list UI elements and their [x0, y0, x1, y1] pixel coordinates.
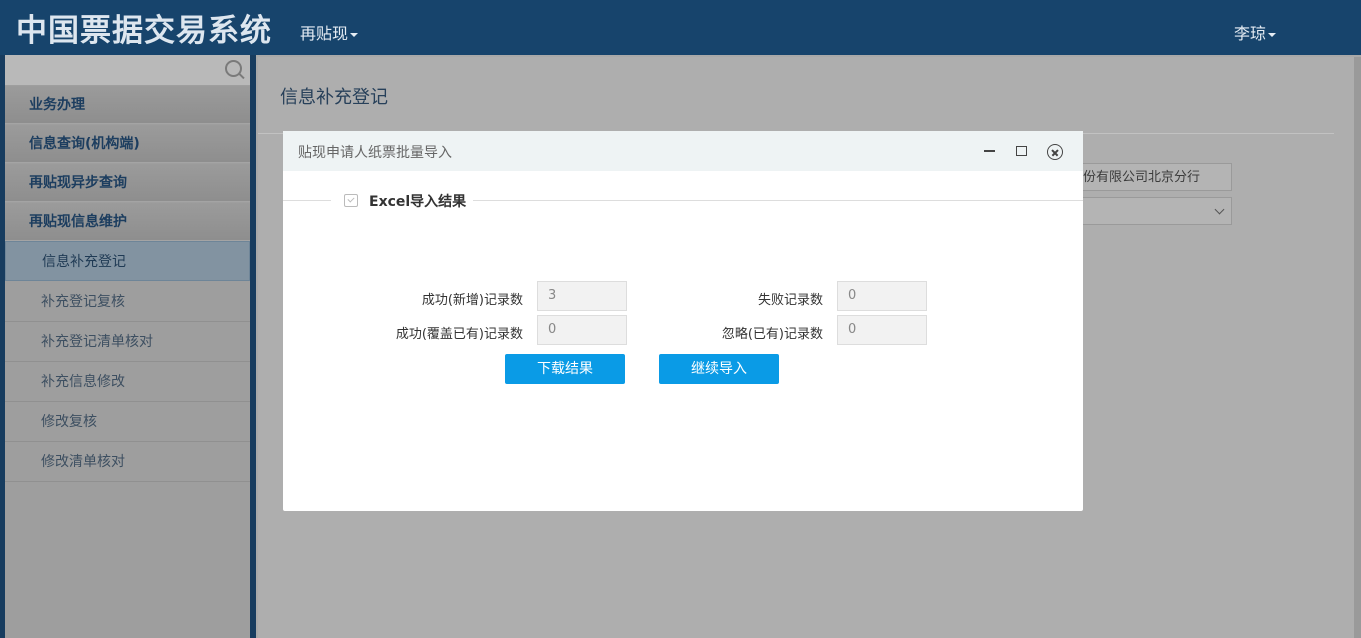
label-fail: 失败记录数	[757, 293, 823, 308]
field-success-overwrite: 0	[537, 315, 627, 345]
close-icon[interactable]	[1047, 144, 1063, 160]
user-menu[interactable]: 李琼	[1234, 20, 1277, 44]
caret-down-icon	[350, 32, 359, 37]
download-result-button[interactable]: 下载结果	[505, 354, 625, 384]
main-scrollbar[interactable]	[1354, 57, 1361, 638]
section-title: Excel导入结果	[369, 194, 467, 210]
label-success-new: 成功(新增)记录数	[421, 293, 523, 308]
sidebar: 业务办理 信息查询(机构端) 再贴现异步查询 再贴现信息维护 信息补充登记 补充…	[0, 55, 256, 638]
sidebar-item-modify-review[interactable]: 修改复核	[5, 402, 250, 442]
page-title: 信息补充登记	[280, 87, 388, 108]
import-dialog: 贴现申请人纸票批量导入 Excel导入结果 成功(新增)记录数 3 失败记录数 …	[283, 131, 1083, 511]
app-header: 中国票据交易系统 再贴现 李琼	[0, 0, 1361, 55]
bank-field[interactable]: 份有限公司北京分行	[1062, 163, 1232, 191]
envelope-icon	[344, 194, 358, 207]
caret-down-icon	[1268, 32, 1277, 37]
sidebar-search[interactable]	[5, 55, 250, 85]
sidebar-item-register-review[interactable]: 补充登记复核	[5, 282, 250, 322]
continue-import-button[interactable]: 继续导入	[659, 354, 779, 384]
sidebar-group-query[interactable]: 信息查询(机构端)	[5, 125, 250, 163]
section-divider	[283, 200, 331, 201]
sidebar-item-info-register[interactable]: 信息补充登记	[5, 241, 250, 281]
user-name: 李琼	[1234, 24, 1267, 43]
minimize-icon[interactable]	[983, 143, 997, 157]
field-ignored: 0	[837, 315, 927, 345]
sidebar-panel: 业务办理 信息查询(机构端) 再贴现异步查询 再贴现信息维护 信息补充登记 补充…	[5, 55, 250, 638]
dialog-header: 贴现申请人纸票批量导入	[283, 131, 1083, 171]
app-brand: 中国票据交易系统	[16, 13, 272, 49]
dialog-title: 贴现申请人纸票批量导入	[298, 145, 452, 161]
label-success-overwrite: 成功(覆盖已有)记录数	[395, 327, 523, 342]
sidebar-item-info-modify[interactable]: 补充信息修改	[5, 362, 250, 402]
sidebar-item-register-check[interactable]: 补充登记清单核对	[5, 322, 250, 362]
label-ignored: 忽略(已有)记录数	[721, 327, 823, 342]
sidebar-group-business[interactable]: 业务办理	[5, 86, 250, 124]
section-divider	[473, 200, 1083, 201]
field-fail: 0	[837, 281, 927, 311]
search-icon[interactable]	[225, 60, 242, 77]
sidebar-group-maintenance[interactable]: 再贴现信息维护	[5, 203, 250, 241]
bank-select[interactable]	[1062, 197, 1232, 225]
field-success-new: 3	[537, 281, 627, 311]
menu-rediscount[interactable]: 再贴现	[300, 20, 359, 44]
sidebar-group-async-query[interactable]: 再贴现异步查询	[5, 164, 250, 202]
menu-rediscount-label: 再贴现	[300, 24, 349, 43]
maximize-icon[interactable]	[1016, 146, 1027, 156]
sidebar-item-modify-check[interactable]: 修改清单核对	[5, 442, 250, 482]
